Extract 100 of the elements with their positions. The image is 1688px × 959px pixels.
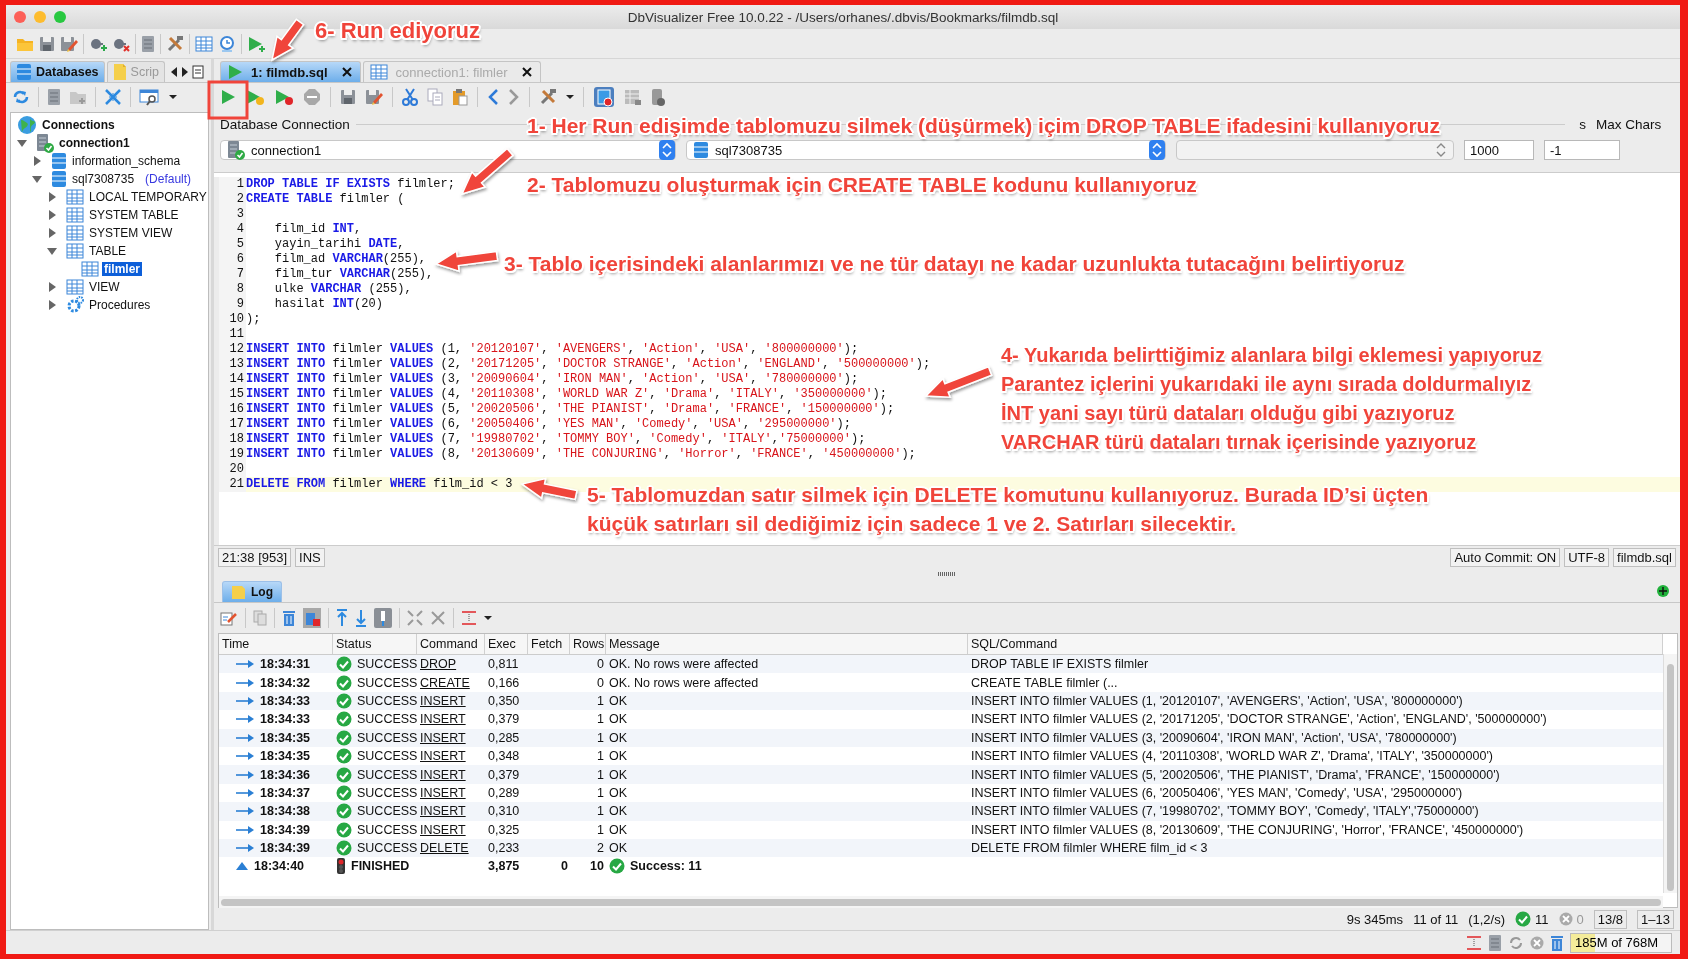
column-header[interactable]: Message (606, 634, 968, 654)
tree-toggle-icon[interactable] (47, 246, 57, 256)
command-link[interactable]: INSERT (420, 730, 466, 745)
play-icon[interactable] (220, 87, 236, 106)
save-edit-icon[interactable] (365, 88, 383, 105)
tree-item[interactable]: connection1 (57, 136, 132, 150)
server-icon[interactable] (47, 87, 61, 106)
table-icon[interactable] (195, 35, 213, 52)
command-link[interactable]: INSERT (420, 785, 466, 800)
grid-icon[interactable] (624, 87, 642, 106)
tree-item[interactable]: LOCAL TEMPORARY (87, 190, 209, 204)
vertical-scrollbar[interactable] (1663, 654, 1677, 893)
column-header[interactable]: SQL/Command (968, 634, 1663, 654)
tree-item[interactable]: SYSTEM TABLE (87, 208, 181, 222)
column-header[interactable]: Exec (485, 634, 528, 654)
tree-item[interactable]: Procedures (87, 298, 153, 312)
tree-item[interactable]: SYSTEM VIEW (87, 226, 175, 240)
error-icon[interactable] (1530, 935, 1544, 950)
command-link[interactable]: INSERT (420, 804, 466, 819)
command-link[interactable]: DROP (420, 657, 457, 672)
tools-icon[interactable] (166, 34, 184, 53)
horizontal-scrollbar[interactable] (219, 896, 1663, 908)
collapse-icon[interactable] (430, 610, 446, 626)
paste-icon[interactable] (452, 87, 468, 106)
list-icon[interactable] (192, 65, 205, 79)
database-dropdown[interactable]: sql7308735 (686, 140, 1166, 160)
recycle-icon[interactable] (1508, 934, 1524, 951)
tree-item[interactable]: information_schema (70, 154, 183, 168)
stop-icon[interactable] (303, 87, 321, 106)
pin-icon[interactable] (374, 608, 392, 628)
tools-icon[interactable] (539, 87, 557, 106)
tree-toggle-icon[interactable] (32, 174, 42, 184)
copy-icon[interactable] (427, 87, 443, 106)
arrow-bottom-icon[interactable] (355, 609, 367, 627)
server-icon[interactable] (141, 34, 155, 53)
tree-toggle-icon[interactable] (47, 210, 57, 220)
column-header[interactable]: Command (417, 634, 485, 654)
auto-commit-status[interactable]: Auto Commit: ON (1450, 547, 1561, 567)
plus-icon[interactable] (1656, 584, 1670, 598)
refresh-icon[interactable] (12, 88, 30, 105)
trash-icon[interactable] (303, 608, 321, 628)
database-grid-icon[interactable] (593, 85, 615, 108)
tree-item[interactable]: filmler (102, 262, 142, 276)
column-header[interactable]: Status (333, 634, 417, 654)
max-rows-field[interactable]: 1000 (1464, 140, 1534, 160)
caret-icon[interactable] (484, 614, 492, 622)
tree-toggle-icon[interactable] (47, 282, 57, 292)
editor-tab[interactable]: 1: filmdb.sql (220, 61, 361, 82)
command-link[interactable]: INSERT (420, 749, 466, 764)
grip-icon[interactable] (937, 570, 957, 577)
save-icon[interactable] (340, 88, 356, 105)
tree-toggle-icon[interactable] (47, 300, 57, 310)
clock-icon[interactable] (218, 34, 236, 53)
chevron-left-icon[interactable] (487, 87, 499, 106)
memory-meter[interactable]: 185M of 768M (1570, 932, 1672, 953)
tree-toggle-icon[interactable] (47, 192, 57, 202)
play-plus-icon[interactable] (247, 34, 267, 53)
column-header[interactable]: Rows (570, 634, 606, 654)
command-link[interactable]: INSERT (420, 767, 466, 782)
panel-tab[interactable]: Databases (10, 61, 105, 82)
command-link[interactable]: CREATE (420, 675, 470, 690)
command-link[interactable]: INSERT (420, 693, 466, 708)
chevron-right-icon[interactable] (508, 87, 520, 106)
tree-toggle-icon[interactable] (47, 228, 57, 238)
connection-dropdown[interactable]: connection1 (220, 140, 676, 160)
triangle-left-icon[interactable] (170, 66, 179, 78)
column-header[interactable]: Fetch (528, 634, 570, 654)
tree-toggle-icon[interactable] (17, 138, 27, 148)
window-zoom-button[interactable] (54, 11, 66, 23)
caret-icon[interactable] (566, 92, 574, 101)
triangle-right-icon[interactable] (181, 66, 190, 78)
tree-toggle-icon[interactable] (32, 156, 42, 166)
tree-item[interactable]: sql7308735 (70, 172, 137, 186)
arrow-top-icon[interactable] (336, 609, 348, 627)
collapse-icon[interactable] (104, 87, 122, 106)
caret-icon[interactable] (169, 92, 177, 101)
tree-item[interactable]: Connections (40, 118, 117, 132)
trash-icon[interactable] (282, 609, 296, 627)
command-link[interactable]: INSERT (420, 822, 466, 837)
save-edit-icon[interactable] (60, 35, 78, 52)
trash-icon[interactable] (1550, 933, 1564, 952)
export-icon[interactable] (220, 610, 238, 626)
column-header[interactable]: Time (219, 634, 333, 654)
max-chars-field[interactable]: -1 (1544, 140, 1620, 160)
scissors-icon[interactable] (402, 87, 418, 106)
close-icon[interactable] (521, 67, 532, 77)
command-link[interactable]: INSERT (420, 712, 466, 727)
filter-search-icon[interactable] (139, 87, 161, 106)
range-icon[interactable] (1466, 934, 1482, 951)
server-icon[interactable] (1488, 933, 1502, 952)
play-dot-icon[interactable] (274, 87, 294, 106)
close-icon[interactable] (341, 67, 352, 77)
log-tab[interactable]: Log (222, 581, 282, 602)
save-icon[interactable] (39, 35, 55, 52)
range-icon[interactable] (461, 610, 477, 626)
tree-item[interactable]: TABLE (87, 244, 129, 258)
window-close-button[interactable] (14, 11, 26, 23)
command-link[interactable]: DELETE (420, 841, 469, 856)
expand-icon[interactable] (407, 610, 423, 626)
tree-item[interactable]: VIEW (87, 280, 122, 294)
